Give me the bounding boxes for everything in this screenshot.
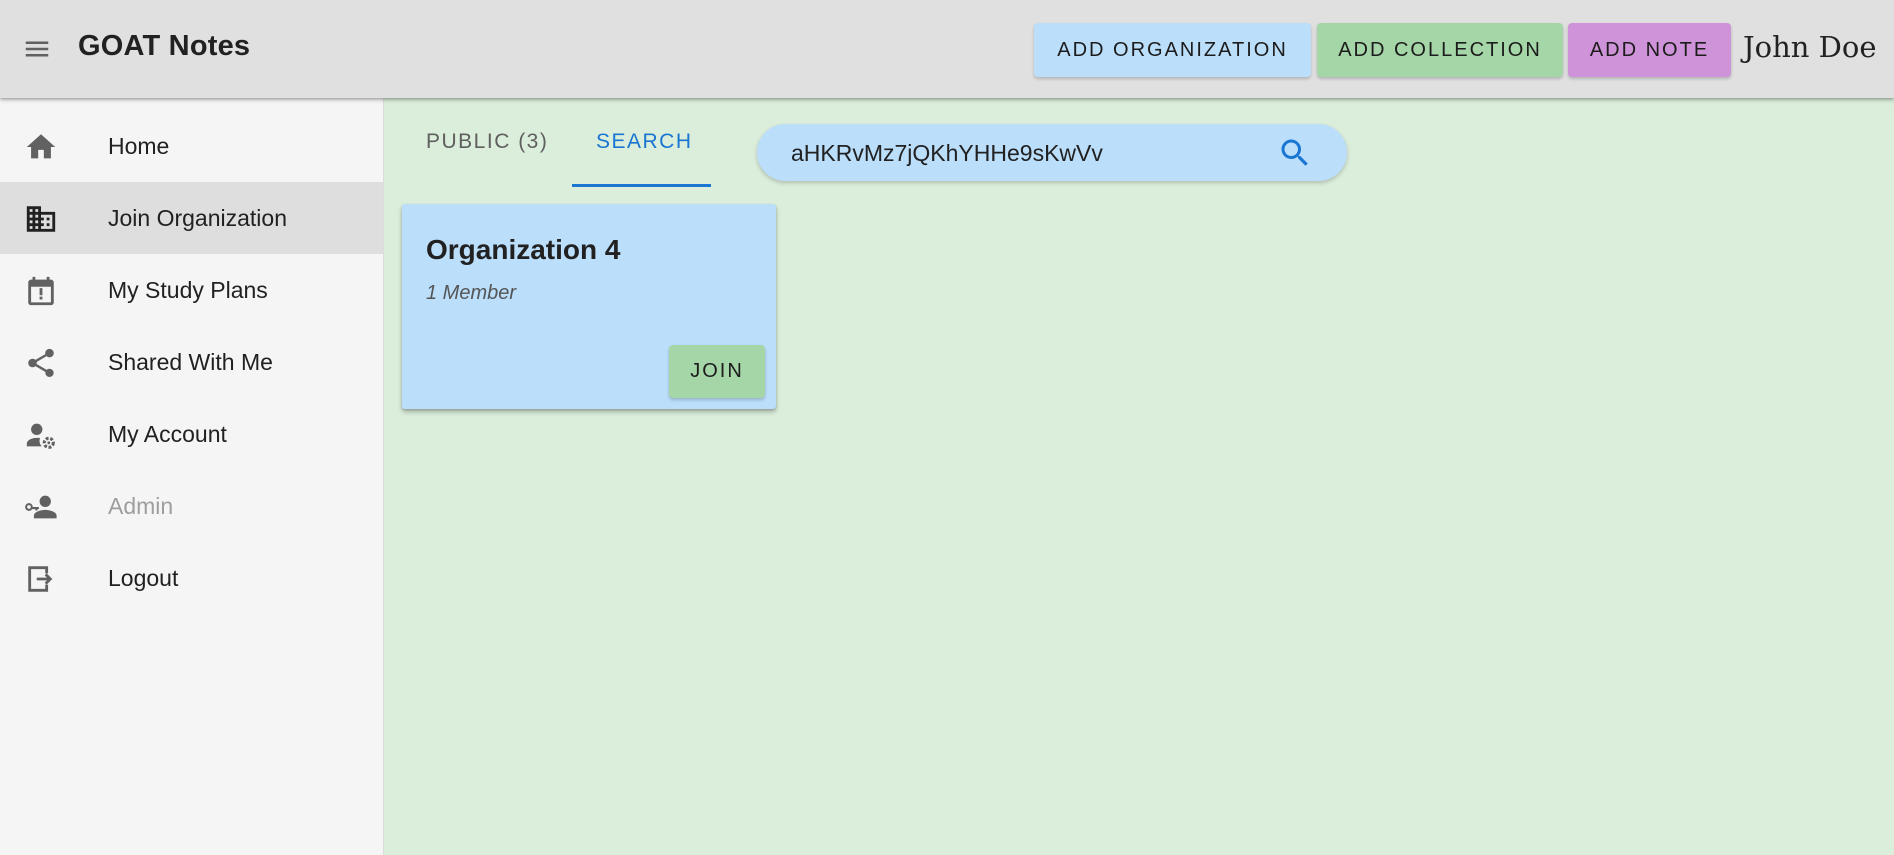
sidebar-item-label: My Account (108, 421, 227, 447)
share-icon (24, 346, 58, 380)
building-icon (24, 202, 58, 236)
app-bar: GOAT Notes ADD ORGANIZATION ADD COLLECTI… (0, 0, 1894, 98)
sidebar-item-label: Join Organization (108, 205, 287, 231)
join-button[interactable]: JOIN (669, 345, 765, 398)
tab-public[interactable]: PUBLIC (3) (426, 130, 548, 188)
sidebar-item-logout[interactable]: Logout (0, 542, 383, 614)
sidebar-item-label: Admin (108, 493, 174, 519)
tab-indicator (572, 184, 711, 187)
app-title: GOAT Notes (78, 30, 251, 62)
hamburger-menu-icon[interactable] (22, 34, 62, 66)
sidebar-item-admin[interactable]: Admin (0, 470, 383, 542)
add-note-button[interactable]: ADD NOTE (1568, 23, 1731, 77)
search-input[interactable] (791, 136, 1271, 170)
sidebar: Home Join Organization My Study Plans Sh… (0, 98, 384, 855)
sidebar-item-label: Home (108, 133, 170, 159)
home-icon (24, 130, 58, 164)
calendar-alert-icon (24, 274, 58, 308)
organization-name: Organization 4 (426, 234, 621, 265)
search-box (757, 124, 1347, 181)
add-collection-button[interactable]: ADD COLLECTION (1317, 23, 1563, 77)
account-settings-icon (24, 418, 58, 452)
sidebar-item-my-study-plans[interactable]: My Study Plans (0, 254, 383, 326)
organization-member-count: 1 Member (426, 282, 517, 304)
sidebar-item-label: My Study Plans (108, 277, 268, 303)
sidebar-item-shared-with-me[interactable]: Shared With Me (0, 326, 383, 398)
sidebar-item-label: Shared With Me (108, 349, 273, 375)
logout-icon (24, 562, 58, 596)
admin-key-icon (24, 490, 58, 524)
sidebar-item-my-account[interactable]: My Account (0, 398, 383, 470)
add-organization-button[interactable]: ADD ORGANIZATION (1034, 23, 1311, 77)
sidebar-item-home[interactable]: Home (0, 110, 383, 182)
organization-card: Organization 4 1 Member JOIN (402, 204, 776, 409)
search-icon[interactable] (1277, 135, 1313, 171)
user-name[interactable]: John Doe (1743, 30, 1877, 64)
sidebar-item-join-organization[interactable]: Join Organization (0, 182, 383, 254)
sidebar-item-label: Logout (108, 565, 179, 591)
tab-search[interactable]: SEARCH (596, 130, 693, 188)
